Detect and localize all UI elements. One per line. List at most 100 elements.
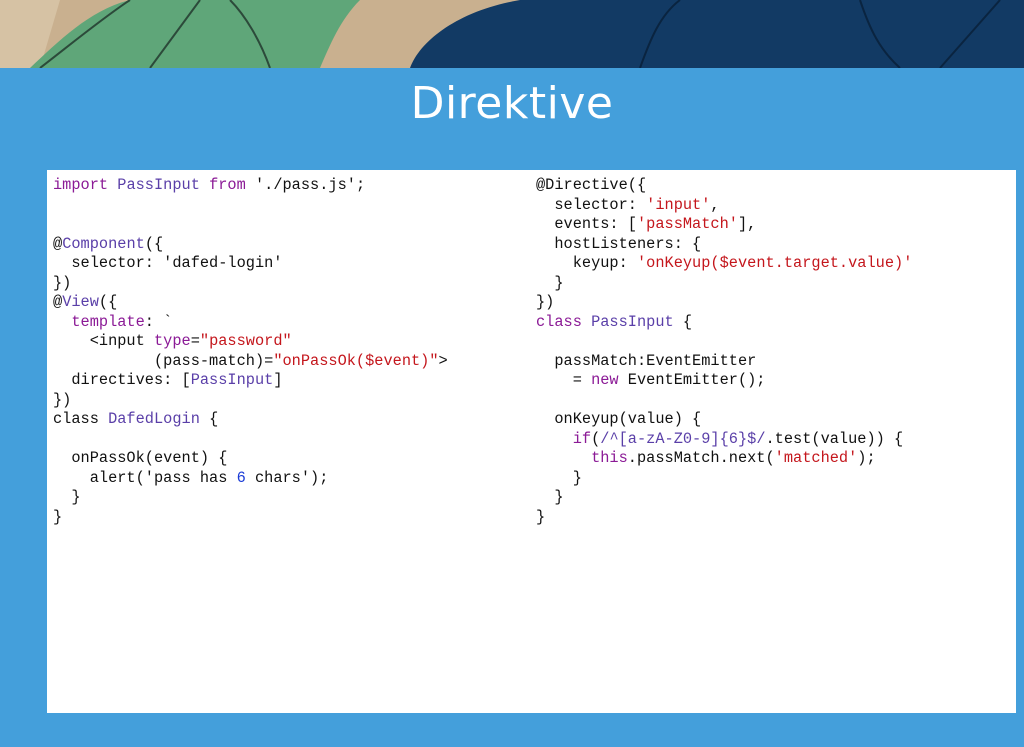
code-line: events: ['passMatch'], [536, 215, 912, 235]
code-token: (pass-match)= [53, 351, 274, 370]
code-token: ] [273, 371, 283, 389]
code-block-left: import PassInput from './pass.js'; @Compo… [53, 176, 448, 527]
code-line: (pass-match)="onPassOk($event)"> [53, 352, 448, 372]
code-line: @View({ [53, 293, 448, 313]
code-token: PassInput [591, 312, 683, 331]
code-token: , [710, 195, 720, 214]
code-token: template [71, 312, 145, 331]
code-block-right: @Directive({ selector: 'input', events: … [536, 176, 912, 527]
code-token: ({ [144, 234, 164, 253]
code-line: template: ` [53, 313, 448, 333]
code-line: passMatch:EventEmitter [536, 352, 912, 372]
code-line: class DafedLogin { [53, 410, 448, 430]
code-token: DafedLogin [108, 410, 210, 428]
code-panel: import PassInput from './pass.js'; @Compo… [47, 170, 1016, 713]
code-token: ( [591, 429, 601, 448]
code-token: } [536, 488, 564, 506]
code-line: }) [53, 274, 448, 294]
code-token: selector: 'dafed-login' [53, 254, 283, 272]
code-token: hostListeners: { [536, 234, 702, 253]
code-line: } [536, 469, 912, 489]
code-line: directives: [PassInput] [53, 371, 448, 391]
code-token: } [536, 273, 564, 292]
header-banner-image [0, 0, 1024, 68]
code-line: this.passMatch.next('matched'); [536, 449, 912, 469]
code-token: <input [53, 332, 154, 350]
code-line: <input type="password" [53, 332, 448, 352]
code-token: = [536, 371, 592, 389]
code-token: type [153, 332, 191, 350]
code-line: keyup: 'onKeyup($event.target.value)' [536, 254, 913, 274]
code-token: Component [62, 234, 145, 253]
code-line: onKeyup(value) { [536, 410, 912, 430]
code-token: > [438, 351, 448, 370]
code-line: class PassInput { [536, 313, 912, 333]
code-token: @ [53, 293, 63, 311]
code-token: PassInput [117, 176, 210, 194]
code-token: import [53, 176, 118, 194]
code-token: 'passMatch' [636, 215, 738, 233]
code-token: { [209, 410, 219, 428]
code-token: = [190, 332, 200, 350]
code-token: 'matched' [774, 449, 858, 467]
code-token: class [53, 410, 109, 428]
code-token: : ` [144, 312, 173, 331]
code-token: } [536, 507, 546, 526]
code-token: PassInput [190, 371, 274, 389]
code-token: ({ [98, 293, 118, 311]
code-token: { [682, 312, 693, 331]
code-token: 'onKeyup($event.target.value)' [636, 254, 913, 272]
code-line: alert('pass has 6 chars'); [53, 469, 448, 489]
code-line: }) [536, 293, 912, 313]
code-token: ); [857, 449, 876, 467]
code-token: } [53, 507, 63, 526]
code-token: ], [737, 215, 757, 233]
code-line: } [53, 488, 448, 508]
code-token: from [209, 176, 255, 194]
code-token: class [536, 312, 592, 331]
code-line: @Directive({ [536, 176, 912, 196]
code-token: } [536, 468, 582, 487]
code-line: if(/^[a-zA-Z0-9]{6}$/.test(value)) { [536, 430, 912, 450]
code-line: hostListeners: { [536, 235, 912, 255]
code-token: keyup: [536, 254, 637, 272]
code-line: @Component({ [53, 235, 448, 255]
code-line: } [53, 508, 448, 528]
code-token: View [62, 293, 99, 311]
code-token: /^[a-zA-Z0-9]{6}$/ [600, 429, 766, 448]
code-token: chars'); [245, 468, 329, 487]
code-token: new [591, 371, 628, 389]
code-line: import PassInput from './pass.js'; [53, 176, 448, 196]
code-token: 6 [236, 468, 246, 487]
code-line: selector: 'dafed-login' [53, 254, 448, 274]
code-line: selector: 'input', [536, 196, 912, 216]
code-token: "password" [199, 332, 292, 350]
code-token: "onPassOk($event)" [273, 351, 439, 370]
code-token: @Directive({ [536, 176, 647, 194]
code-token: EventEmitter(); [627, 371, 766, 389]
slide-title: Direktive [410, 78, 614, 129]
code-token: this [591, 449, 628, 467]
code-line: } [536, 508, 912, 528]
code-token: if [572, 429, 592, 448]
code-line: } [536, 274, 912, 294]
code-token: selector: [536, 195, 647, 214]
code-line: onPassOk(event) { [53, 449, 448, 469]
code-token: }) [53, 390, 72, 409]
code-token: './pass.js'; [254, 176, 366, 194]
code-line: = new EventEmitter(); [536, 371, 912, 391]
code-token: onPassOk(event) { [53, 449, 228, 467]
code-token: @ [53, 234, 63, 253]
code-token: alert('pass has [53, 468, 237, 487]
code-token: } [53, 488, 81, 506]
code-token: .passMatch.next( [627, 449, 775, 467]
code-line: }) [53, 391, 448, 411]
code-token: 'input' [646, 195, 711, 214]
